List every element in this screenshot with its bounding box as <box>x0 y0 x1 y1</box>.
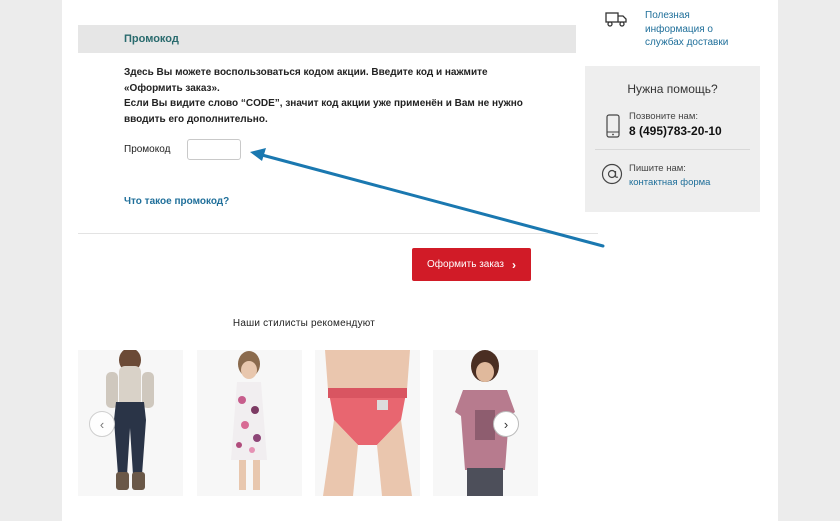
mobile-phone-icon <box>606 114 620 138</box>
promo-field-label: Промокод <box>124 144 171 155</box>
delivery-info-link[interactable]: Полезная информация о службах доставки <box>645 9 745 50</box>
truck-icon <box>605 12 627 27</box>
chevron-right-icon: › <box>511 257 516 272</box>
promo-text-line: Если Вы видите слово “CODE”, значит код … <box>124 98 523 109</box>
recommendations-title: Наши стилисты рекомендуют <box>232 318 376 329</box>
promo-text-line: Здесь Вы можете воспользоваться кодом ак… <box>124 67 488 78</box>
product-card-floral-dress[interactable] <box>197 350 302 496</box>
promo-instructions: Здесь Вы можете воспользоваться кодом ак… <box>124 65 544 127</box>
carousel-next-button[interactable]: › <box>493 411 519 437</box>
chevron-right-icon: › <box>503 416 509 432</box>
promo-text-line: «Оформить заказ». <box>124 82 220 94</box>
write-us-label: Пишите нам: <box>629 163 686 174</box>
call-us-label: Позвоните нам: <box>629 111 699 122</box>
carousel-prev-button[interactable]: ‹ <box>89 411 115 437</box>
help-divider <box>595 149 750 150</box>
contact-form-link[interactable]: контактная форма <box>629 177 710 188</box>
promo-section-header: Промокод <box>78 25 576 53</box>
phone-number: 8 (495)783-20-10 <box>629 124 722 138</box>
delivery-info-box: Полезная информация о службах доставки <box>585 0 760 60</box>
product-card-pink-tshirt[interactable] <box>433 350 538 496</box>
section-divider <box>78 233 598 234</box>
product-card-coral-briefs[interactable] <box>315 350 420 496</box>
at-sign-icon <box>601 163 623 185</box>
help-box: Нужна помощь? Позвоните нам: 8 (495)783-… <box>585 66 760 212</box>
place-order-label: Оформить заказ <box>427 259 504 270</box>
place-order-button[interactable]: Оформить заказ › <box>412 248 531 281</box>
what-is-promo-link[interactable]: Что такое промокод? <box>124 196 229 207</box>
help-title: Нужна помощь? <box>627 82 718 96</box>
promo-text-line: вводить его дополнительно. <box>124 113 268 125</box>
promo-header-title: Промокод <box>124 33 179 45</box>
chevron-left-icon: ‹ <box>99 416 105 432</box>
promo-code-input[interactable] <box>187 139 241 160</box>
